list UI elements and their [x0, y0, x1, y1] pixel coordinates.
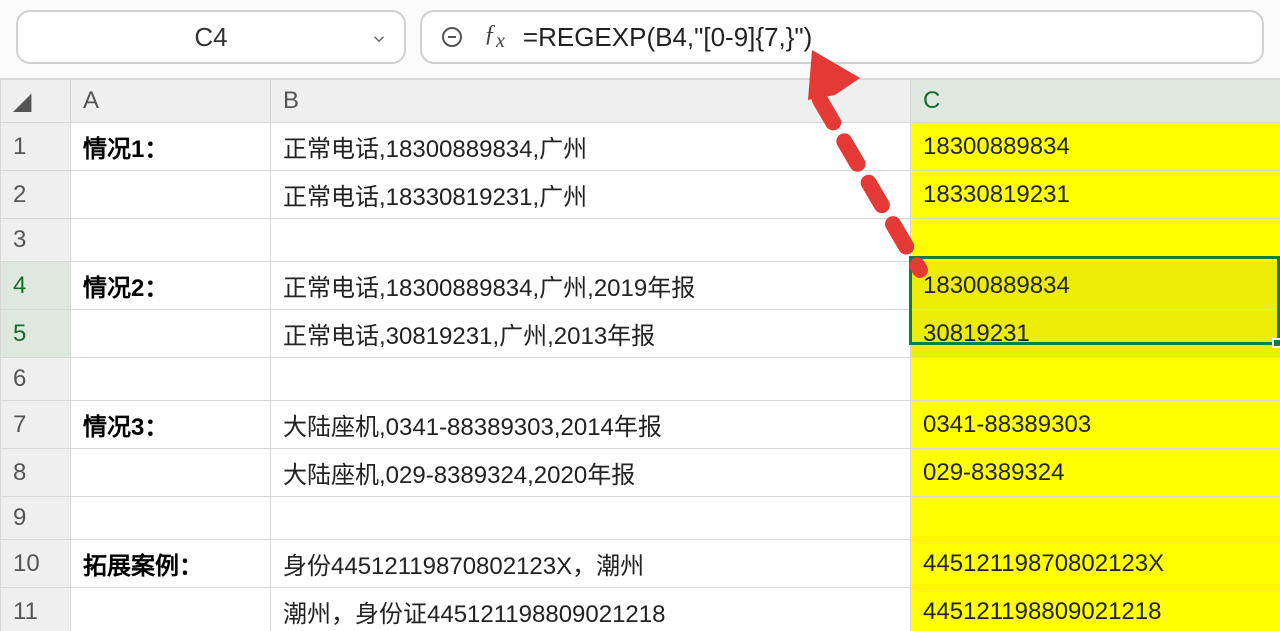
cell-C8[interactable]: 029-8389324 [911, 449, 1280, 497]
cell-A7[interactable]: 情况3： [71, 401, 271, 449]
cell-A11[interactable] [71, 588, 271, 631]
cell-A5[interactable] [71, 310, 271, 358]
cell-B7[interactable]: 大陆座机,0341-88389303,2014年报 [271, 401, 911, 449]
cell-A4[interactable]: 情况2： [71, 262, 271, 310]
chevron-down-icon[interactable] [370, 28, 388, 46]
cell-C5[interactable]: 30819231 [911, 310, 1280, 358]
cell-B2[interactable]: 正常电话,18330819231,广州 [271, 171, 911, 219]
cell-B5[interactable]: 正常电话,30819231,广州,2013年报 [271, 310, 911, 358]
cell-B8[interactable]: 大陆座机,029-8389324,2020年报 [271, 449, 911, 497]
cell-C11[interactable]: 445121198809021218 [911, 588, 1280, 631]
row-header-1[interactable]: 1 [1, 123, 71, 171]
row-header-3[interactable]: 3 [1, 219, 71, 262]
row-header-7[interactable]: 7 [1, 401, 71, 449]
row-header-6[interactable]: 6 [1, 358, 71, 401]
cell-B10[interactable]: 身份44512119870802123X，潮州 [271, 540, 911, 588]
cancel-icon[interactable] [438, 23, 466, 51]
row-header-11[interactable]: 11 [1, 588, 71, 631]
cell-C4[interactable]: 18300889834 [911, 262, 1280, 310]
row-header-2[interactable]: 2 [1, 171, 71, 219]
formula-bar[interactable]: ƒx =REGEXP(B4,"[0-9]{7,}") [420, 10, 1264, 64]
name-box-value: C4 [18, 22, 404, 53]
cell-B1[interactable]: 正常电话,18300889834,广州 [271, 123, 911, 171]
cell-A2[interactable] [71, 171, 271, 219]
row-header-10[interactable]: 10 [1, 540, 71, 588]
col-header-C[interactable]: C [911, 80, 1280, 123]
spreadsheet-grid[interactable]: ◢ A B C 1 情况1： 正常电话,18300889834,广州 18300… [0, 79, 1280, 631]
formula-toolbar: C4 ƒx =REGEXP(B4,"[0-9]{7,}") [0, 0, 1280, 79]
col-header-A[interactable]: A [71, 80, 271, 123]
cell-A3[interactable] [71, 219, 271, 262]
cell-C1[interactable]: 18300889834 [911, 123, 1280, 171]
fx-icon[interactable]: ƒx [484, 21, 505, 53]
name-box[interactable]: C4 [16, 10, 406, 64]
cell-C7[interactable]: 0341-88389303 [911, 401, 1280, 449]
cell-B9[interactable] [271, 497, 911, 540]
cell-C6[interactable] [911, 358, 1280, 401]
cell-C9[interactable] [911, 497, 1280, 540]
cell-A1[interactable]: 情况1： [71, 123, 271, 171]
cell-A8[interactable] [71, 449, 271, 497]
cell-A10[interactable]: 拓展案例： [71, 540, 271, 588]
row-header-8[interactable]: 8 [1, 449, 71, 497]
cell-C10[interactable]: 44512119870802123X [911, 540, 1280, 588]
cell-B6[interactable] [271, 358, 911, 401]
select-all-corner[interactable]: ◢ [1, 80, 71, 123]
row-header-4[interactable]: 4 [1, 262, 71, 310]
cell-A9[interactable] [71, 497, 271, 540]
cell-B4[interactable]: 正常电话,18300889834,广州,2019年报 [271, 262, 911, 310]
row-header-5[interactable]: 5 [1, 310, 71, 358]
cell-A6[interactable] [71, 358, 271, 401]
col-header-B[interactable]: B [271, 80, 911, 123]
cell-C3[interactable] [911, 219, 1280, 262]
cell-B11[interactable]: 潮州，身份证445121198809021218 [271, 588, 911, 631]
formula-bar-input[interactable]: =REGEXP(B4,"[0-9]{7,}") [523, 22, 1246, 53]
row-header-9[interactable]: 9 [1, 497, 71, 540]
cell-B3[interactable] [271, 219, 911, 262]
cell-C2[interactable]: 18330819231 [911, 171, 1280, 219]
